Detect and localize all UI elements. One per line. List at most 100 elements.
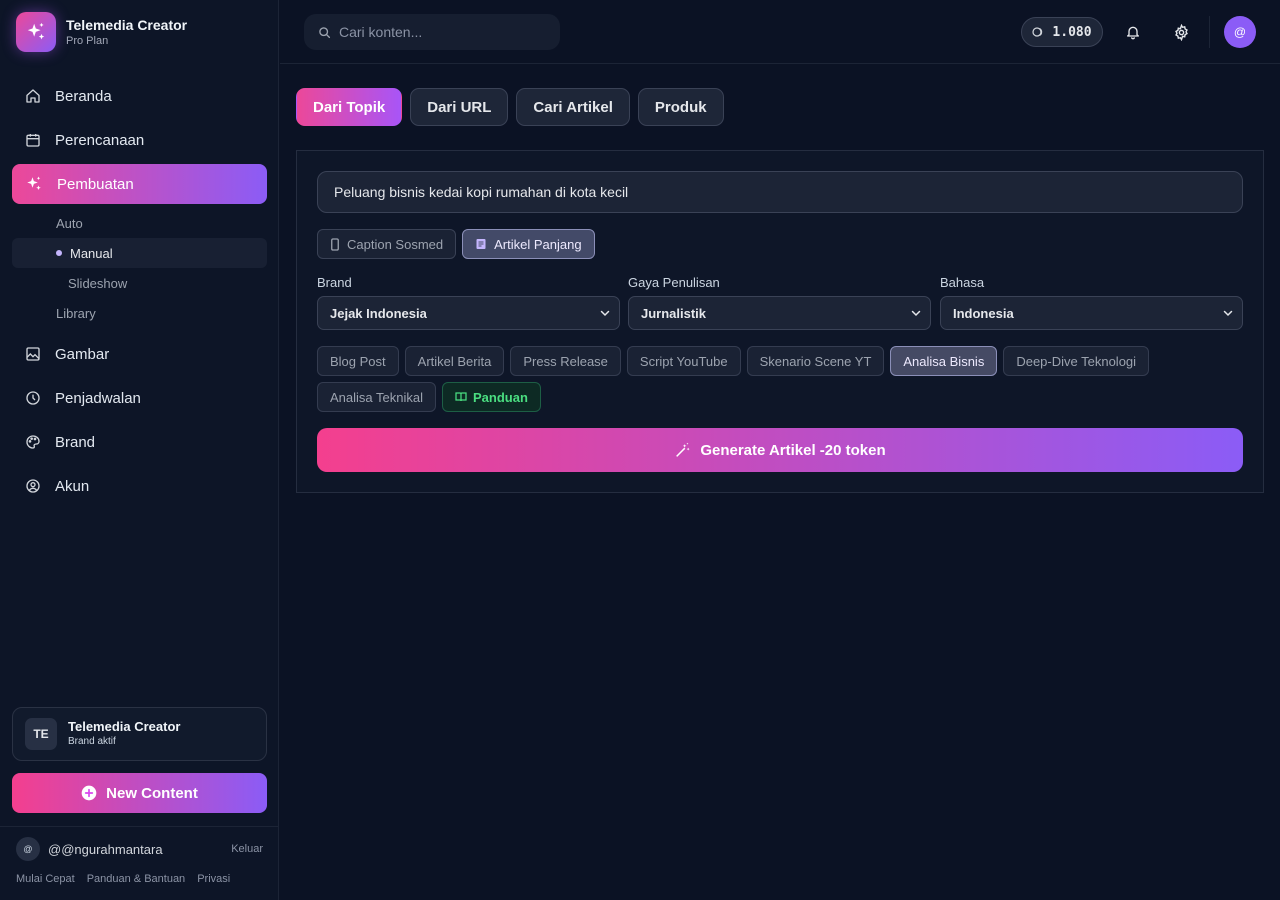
nav-item-perencanaan[interactable]: Perencanaan	[12, 120, 267, 160]
format-label: Caption Sosmed	[347, 236, 444, 252]
chip-skenario-scene-yt[interactable]: Skenario Scene YT	[746, 346, 885, 376]
search-input[interactable]: Cari konten...	[304, 14, 560, 50]
nav-item-pembuatan[interactable]: Pembuatan	[12, 164, 267, 204]
chip-script-youtube[interactable]: Script YouTube	[626, 346, 741, 376]
nav-item-label: Brand	[55, 433, 96, 451]
chevron-down-icon	[911, 310, 921, 317]
style-field: Gaya Penulisan Jurnalistik	[628, 275, 931, 330]
token-balance[interactable]: 1.080	[1021, 17, 1103, 47]
tab-dari-url[interactable]: Dari URL	[410, 88, 509, 126]
nav-item-label: Beranda	[55, 87, 112, 105]
brand-field: Brand Jejak Indonesia	[317, 275, 620, 330]
sub-item-slideshow[interactable]: Slideshow	[12, 268, 267, 298]
notifications-button[interactable]	[1121, 20, 1145, 44]
language-select[interactable]: Indonesia	[940, 296, 1243, 330]
nav-item-akun[interactable]: Akun	[12, 466, 267, 506]
chevron-down-icon	[1223, 310, 1233, 317]
search-placeholder: Cari konten...	[339, 24, 423, 40]
profile-avatar[interactable]: @	[1224, 16, 1256, 48]
style-value: Jurnalistik	[641, 305, 707, 321]
nav-item-brand[interactable]: Brand	[12, 422, 267, 462]
main-nav: Beranda Perencanaan Pembuatan Auto Manua…	[12, 76, 267, 510]
style-label: Gaya Penulisan	[628, 275, 720, 290]
new-content-label: New Content	[106, 784, 198, 802]
sidebar: Telemedia Creator Pro Plan Beranda Peren…	[0, 0, 279, 900]
chip-analisa-teknikal[interactable]: Analisa Teknikal	[317, 382, 436, 412]
chip-blog-post[interactable]: Blog Post	[317, 346, 399, 376]
sub-item-label: Auto	[56, 215, 83, 231]
generate-label: Generate Artikel -20 token	[700, 441, 886, 459]
tab-cari-artikel[interactable]: Cari Artikel	[516, 88, 630, 126]
tab-dari-topik[interactable]: Dari Topik	[296, 88, 403, 126]
settings-button[interactable]	[1169, 20, 1193, 44]
brand-initials: TE	[25, 718, 57, 750]
language-value: Indonesia	[953, 305, 1014, 321]
nav-item-label: Gambar	[55, 345, 110, 363]
sub-item-library[interactable]: Library	[12, 298, 267, 328]
format-artikel-panjang[interactable]: Artikel Panjang	[462, 229, 595, 259]
footer-link-privacy[interactable]: Privasi	[197, 873, 230, 885]
tab-produk[interactable]: Produk	[637, 88, 724, 126]
divider	[0, 826, 279, 827]
token-count: 1.080	[1052, 24, 1092, 40]
footer-link-quickstart[interactable]: Mulai Cepat	[16, 873, 75, 885]
gear-icon	[1174, 23, 1188, 41]
user-row: @ @@ngurahmantara Keluar	[16, 837, 263, 861]
brand-label: Brand	[317, 275, 352, 290]
divider	[1209, 16, 1210, 48]
logout-link[interactable]: Keluar	[231, 843, 263, 855]
sub-item-auto[interactable]: Auto	[12, 208, 267, 238]
nav-item-gambar[interactable]: Gambar	[12, 334, 267, 374]
image-icon	[26, 347, 40, 361]
palette-icon	[26, 435, 40, 449]
chip-artikel-berita[interactable]: Artikel Berita	[404, 346, 505, 376]
format-toggle: Caption Sosmed Artikel Panjang	[317, 229, 601, 259]
home-icon	[26, 89, 40, 103]
user-circle-icon	[26, 479, 40, 493]
plus-circle-icon	[81, 785, 97, 801]
user-avatar[interactable]: @	[16, 837, 40, 861]
app-name: Telemedia Creator	[66, 17, 188, 33]
app-brand[interactable]: Telemedia Creator Pro Plan	[16, 12, 187, 52]
active-brand-card[interactable]: TE Telemedia Creator Brand aktif	[12, 707, 267, 761]
bell-icon	[1127, 26, 1139, 40]
format-caption-sosmed[interactable]: Caption Sosmed	[317, 229, 457, 259]
language-field: Bahasa Indonesia	[940, 275, 1243, 330]
brand-value: Jejak Indonesia	[330, 305, 427, 321]
nav-item-beranda[interactable]: Beranda	[12, 76, 267, 116]
new-content-button[interactable]: New Content	[12, 773, 267, 813]
magic-wand-icon	[676, 442, 690, 457]
book-icon	[455, 392, 467, 402]
format-label: Artikel Panjang	[494, 236, 582, 252]
nav-item-label: Penjadwalan	[55, 389, 141, 407]
style-select[interactable]: Jurnalistik	[628, 296, 931, 330]
topic-input[interactable]: Peluang bisnis kedai kopi rumahan di kot…	[317, 171, 1243, 213]
document-icon	[476, 239, 486, 249]
sparkles-logo-icon	[16, 12, 56, 52]
nav-item-label: Pembuatan	[57, 175, 134, 193]
nav-item-penjadwalan[interactable]: Penjadwalan	[12, 378, 267, 418]
sub-item-manual[interactable]: Manual	[12, 238, 267, 268]
language-label: Bahasa	[940, 275, 985, 290]
calendar-icon	[26, 134, 40, 147]
footer-link-help[interactable]: Panduan & Bantuan	[87, 873, 185, 885]
coins-icon	[1032, 27, 1043, 37]
nav-item-label: Akun	[55, 477, 90, 495]
brand-select[interactable]: Jejak Indonesia	[317, 296, 620, 330]
active-brand-name: Telemedia Creator	[68, 719, 181, 734]
sub-item-label: Library	[56, 305, 96, 321]
search-icon	[319, 26, 331, 38]
chip-press-release[interactable]: Press Release	[510, 346, 621, 376]
active-brand-status: Brand aktif	[68, 736, 116, 747]
phone-icon	[331, 237, 339, 251]
chip-analisa-bisnis[interactable]: Analisa Bisnis	[890, 346, 998, 376]
generate-button[interactable]: Generate Artikel -20 token	[317, 428, 1243, 472]
article-type-chips: Blog Post Artikel Berita Press Release S…	[317, 346, 1247, 418]
guide-button[interactable]: Panduan	[441, 382, 541, 412]
sparkles-icon	[27, 176, 41, 190]
sub-item-label: Slideshow	[68, 275, 128, 291]
source-tabs: Dari Topik Dari URL Cari Artikel Produk	[296, 88, 732, 126]
sub-item-label: Manual	[70, 245, 113, 261]
chip-deep-dive-teknologi[interactable]: Deep-Dive Teknologi	[1003, 346, 1150, 376]
create-panel: Peluang bisnis kedai kopi rumahan di kot…	[296, 150, 1264, 493]
